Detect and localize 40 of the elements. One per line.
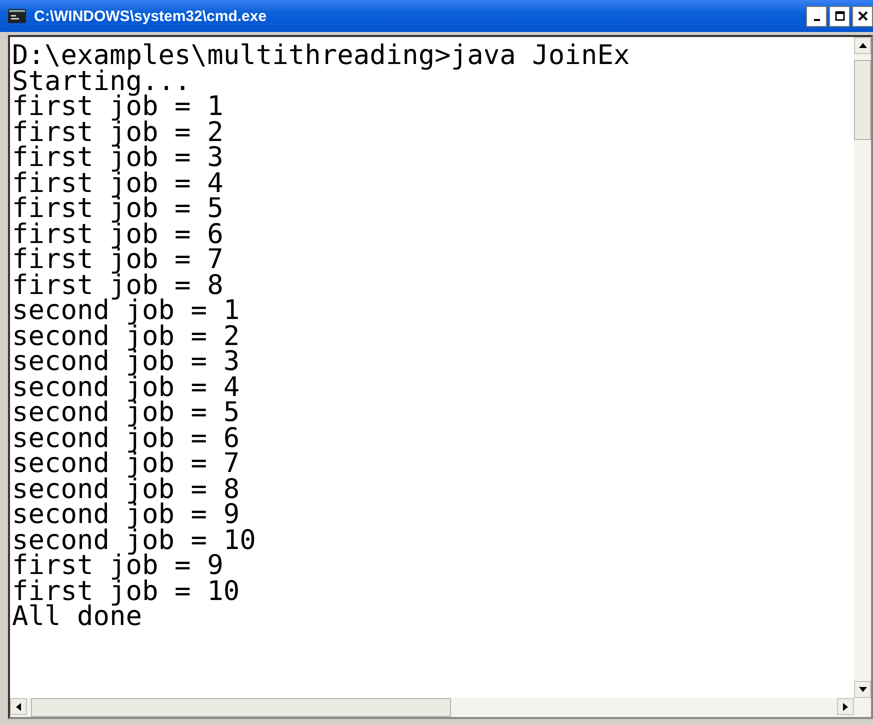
- minimize-icon: [814, 19, 820, 21]
- scroll-left-button[interactable]: [10, 698, 27, 715]
- console-line: first job = 7: [12, 247, 224, 272]
- maximize-icon: [834, 11, 844, 21]
- down-arrow-icon: [858, 687, 866, 692]
- close-button[interactable]: [852, 6, 873, 26]
- console-line: first job = 10: [12, 578, 241, 604]
- console-line: second job = 7: [12, 451, 241, 476]
- scroll-down-button[interactable]: [854, 681, 871, 698]
- left-arrow-icon: [16, 702, 21, 710]
- console-line: second job = 6: [12, 426, 241, 451]
- scroll-right-button[interactable]: [837, 698, 854, 715]
- console-icon: [8, 9, 26, 23]
- console-line: second job = 3: [12, 349, 241, 374]
- minimize-button[interactable]: [806, 6, 827, 26]
- console-line: second job = 4: [12, 374, 241, 400]
- console-line: second job = 2: [12, 324, 241, 349]
- console-line: first job = 6: [12, 222, 224, 247]
- scroll-thumb[interactable]: [31, 698, 451, 717]
- console-line: first job = 1: [12, 94, 224, 120]
- window-title: C:\WINDOWS\system32\cmd.exe: [34, 8, 268, 24]
- console-line: Starting...: [12, 68, 191, 94]
- scroll-up-button[interactable]: [854, 37, 871, 54]
- up-arrow-icon: [858, 43, 866, 48]
- console-line: second job = 10: [12, 528, 257, 553]
- close-icon: [858, 11, 868, 21]
- console-line: second job = 5: [12, 400, 241, 426]
- console-line: first job = 5: [12, 196, 224, 222]
- console-line: All done: [12, 604, 142, 630]
- scroll-thumb[interactable]: [854, 60, 871, 140]
- console-line: first job = 2: [12, 120, 224, 145]
- console-line: first job = 8: [12, 272, 224, 298]
- console-line: D:\examples\multithreading>java JoinEx: [12, 43, 631, 68]
- maximize-button[interactable]: [829, 6, 850, 26]
- console-line: first job = 3: [12, 145, 224, 170]
- console-line: second job = 8: [12, 476, 241, 502]
- console-line: first job = 4: [12, 170, 224, 196]
- right-arrow-icon: [843, 702, 848, 710]
- console-line: first job = 9: [12, 553, 224, 578]
- console-line: second job = 9: [12, 502, 240, 528]
